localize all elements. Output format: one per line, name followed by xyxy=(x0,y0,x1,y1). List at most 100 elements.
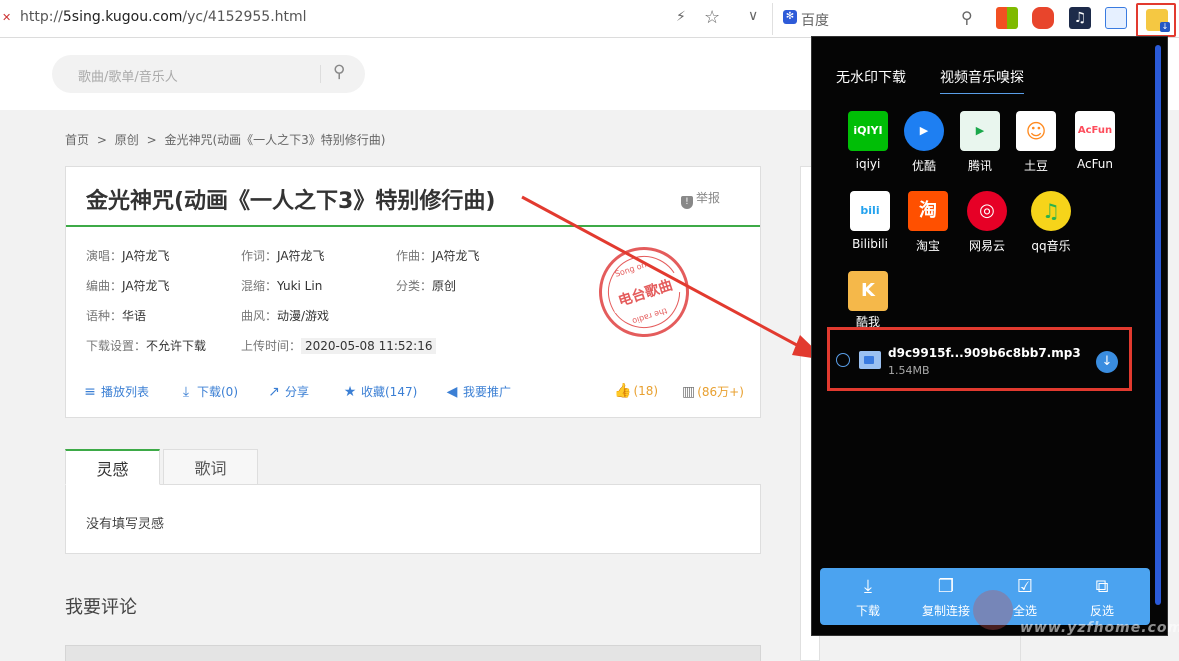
bar-chart-icon: ▥ xyxy=(682,384,696,400)
invert-selection-icon: ⧉ xyxy=(1095,576,1109,597)
play-count: ▥ (86万+) xyxy=(682,384,744,400)
shield-icon: ! xyxy=(680,196,693,209)
breadcrumb-separator: > xyxy=(96,133,107,147)
site-label: 土豆 xyxy=(1023,159,1048,173)
address-bar[interactable]: ✕ http://5sing.kugou.com/yc/4152955.html… xyxy=(0,0,770,38)
title-underline xyxy=(66,225,760,227)
sniffer-extension-button[interactable]: ↓ xyxy=(1136,3,1176,37)
share-button[interactable]: ↗ 分享 xyxy=(266,383,309,400)
report-button[interactable]: ! 举报 xyxy=(680,189,720,209)
meta-arranger: 编曲：JA符龙飞 xyxy=(86,279,170,293)
site-iqiyi[interactable]: iQIYI iqiyi xyxy=(840,111,896,171)
promote-button[interactable]: ◀ 我要推广 xyxy=(444,383,511,400)
video-file-icon xyxy=(859,351,881,369)
style-link[interactable]: 动漫/游戏 xyxy=(277,309,329,323)
site-youku[interactable]: ▶ 优酷 xyxy=(896,111,952,174)
breadcrumb-original[interactable]: 原创 xyxy=(115,133,139,147)
site-label: 优酷 xyxy=(911,159,936,173)
download-setting-value: 不允许下载 xyxy=(146,339,207,353)
extension-badge-icon: ↓ xyxy=(1160,22,1170,32)
comment-input[interactable] xyxy=(65,645,761,661)
gamepad-icon[interactable] xyxy=(1032,7,1054,29)
download-arrow-icon[interactable]: ↓ xyxy=(1096,351,1118,373)
site-tencent[interactable]: ▶ 腾讯 xyxy=(952,111,1008,174)
meta-download-setting: 下载设置：不允许下载 xyxy=(86,339,207,353)
iqiyi-logo-icon: iQIYI xyxy=(848,111,888,151)
arranger-link[interactable]: JA符龙飞 xyxy=(122,279,170,293)
megaphone-icon: ◀ xyxy=(446,384,458,400)
like-button[interactable]: 👍 (18) xyxy=(614,383,658,399)
site-netease-music[interactable]: ◎ 网易云 xyxy=(959,191,1015,254)
inspiration-text: 没有填写灵感 xyxy=(86,517,165,532)
site-bilibili[interactable]: bili Bilibili xyxy=(842,191,898,251)
file-select-radio[interactable] xyxy=(836,353,850,367)
camera-glyph xyxy=(864,356,874,364)
breadcrumb-home[interactable]: 首页 xyxy=(65,133,89,147)
site-label: 腾讯 xyxy=(967,159,992,173)
bilibili-logo-icon: bili xyxy=(850,191,890,231)
mix-value: Yuki Lin xyxy=(277,279,323,293)
site-label: Bilibili xyxy=(852,237,888,251)
search-icon[interactable]: ⚲ xyxy=(333,62,345,82)
meta-mix: 混缩：Yuki Lin xyxy=(241,279,323,293)
language-value: 华语 xyxy=(122,309,147,323)
song-info-card: 金光神咒(动画《一人之下3》特别修行曲) ! 举报 演唱：JA符龙飞 作词：JA符… xyxy=(65,166,761,418)
browser-toolbar: ✕ http://5sing.kugou.com/yc/4152955.html… xyxy=(0,0,1179,38)
taobao-logo-icon: 淘 xyxy=(908,191,948,231)
browser-search-box[interactable]: ✻ 百度 ⚲ xyxy=(772,3,982,35)
footer-download-button[interactable]: ⤓ 下载 xyxy=(838,576,898,619)
site-acfun[interactable]: AcFun AcFun xyxy=(1067,111,1123,171)
meta-style: 曲风：动漫/游戏 xyxy=(241,309,330,323)
site-kuwo[interactable]: K 酷我 xyxy=(840,271,896,330)
playlist-button[interactable]: ≡ 播放列表 xyxy=(82,383,149,400)
tencent-video-logo-icon: ▶ xyxy=(960,111,1000,151)
bolt-icon[interactable]: ⚡ xyxy=(676,9,686,25)
insecure-icon: ✕ xyxy=(2,11,12,24)
song-detail-tabs: 灵感 歌词 没有填写灵感 xyxy=(65,449,761,554)
breadcrumb-current: 金光神咒(动画《一人之下3》特别修行曲) xyxy=(164,133,386,147)
footer-copy-link-button[interactable]: ❐ 复制连接 xyxy=(916,576,976,619)
site-label: 淘宝 xyxy=(915,239,940,253)
popup-scrollbar[interactable] xyxy=(1155,45,1161,605)
address-url[interactable]: http://5sing.kugou.com/yc/4152955.html xyxy=(20,9,307,25)
breadcrumb: 首页 > 原创 > 金光神咒(动画《一人之下3》特别修行曲) xyxy=(65,131,389,148)
download-button[interactable]: ⤓ 下载(0) xyxy=(178,383,238,400)
sniffed-file-item[interactable]: d9c9915f...909b6c8bb7.mp3 1.54MB ↓ xyxy=(827,327,1132,391)
copy-icon: ❐ xyxy=(937,576,955,597)
meta-singer: 演唱：JA符龙飞 xyxy=(86,249,170,263)
site-search-placeholder: 歌曲/歌单/音乐人 xyxy=(78,70,178,85)
site-label: 网易云 xyxy=(968,239,1005,253)
kuwo-logo-icon: K xyxy=(848,271,888,311)
bookmark-star-icon[interactable]: ☆ xyxy=(704,7,720,28)
footer-invert-selection-button[interactable]: ⧉ 反选 xyxy=(1072,576,1132,619)
media-sniffer-popup: 无水印下载 视频音乐嗅探 iQIYI iqiyi ▶ 优酷 ▶ 腾讯 ☺ 土豆 … xyxy=(811,36,1168,636)
site-taobao[interactable]: 淘 淘宝 xyxy=(900,191,956,254)
site-search-input[interactable]: 歌曲/歌单/音乐人 ⚲ xyxy=(52,55,365,93)
site-tudou[interactable]: ☺ 土豆 xyxy=(1008,111,1064,174)
search-icon[interactable]: ⚲ xyxy=(961,8,973,27)
app-grid-icon[interactable] xyxy=(996,7,1018,29)
watermark-logo-icon xyxy=(973,590,1013,630)
music-note-icon[interactable]: ♫ xyxy=(1069,7,1091,29)
playlist-add-icon: ≡ xyxy=(84,384,96,400)
song-title: 金光神咒(动画《一人之下3》特别修行曲) xyxy=(86,189,496,214)
translate-icon[interactable] xyxy=(1105,7,1127,29)
tab-media-sniff[interactable]: 视频音乐嗅探 xyxy=(940,67,1024,94)
tab-lyrics[interactable]: 歌词 xyxy=(163,449,258,485)
collect-button[interactable]: ★ 收藏(147) xyxy=(342,383,418,400)
radio-song-stamp: Song on 电台歌曲 the radio xyxy=(587,235,701,349)
comment-heading: 我要评论 xyxy=(65,597,137,618)
chevron-down-icon[interactable]: ∨ xyxy=(748,8,758,24)
breadcrumb-separator: > xyxy=(146,133,157,147)
tudou-logo-icon: ☺ xyxy=(1016,111,1056,151)
category-link[interactable]: 原创 xyxy=(432,279,456,293)
upload-time-value: 2020-05-08 11:52:16 xyxy=(301,338,437,354)
singer-link[interactable]: JA符龙飞 xyxy=(122,249,170,263)
lyricist-link[interactable]: JA符龙飞 xyxy=(277,249,325,263)
site-qq-music[interactable]: ♫ qq音乐 xyxy=(1023,191,1079,254)
tab-no-watermark-download[interactable]: 无水印下载 xyxy=(836,67,906,87)
youku-logo-icon: ▶ xyxy=(904,111,944,151)
tab-inspiration[interactable]: 灵感 xyxy=(65,449,160,485)
netease-music-logo-icon: ◎ xyxy=(967,191,1007,231)
composer-link[interactable]: JA符龙飞 xyxy=(432,249,480,263)
